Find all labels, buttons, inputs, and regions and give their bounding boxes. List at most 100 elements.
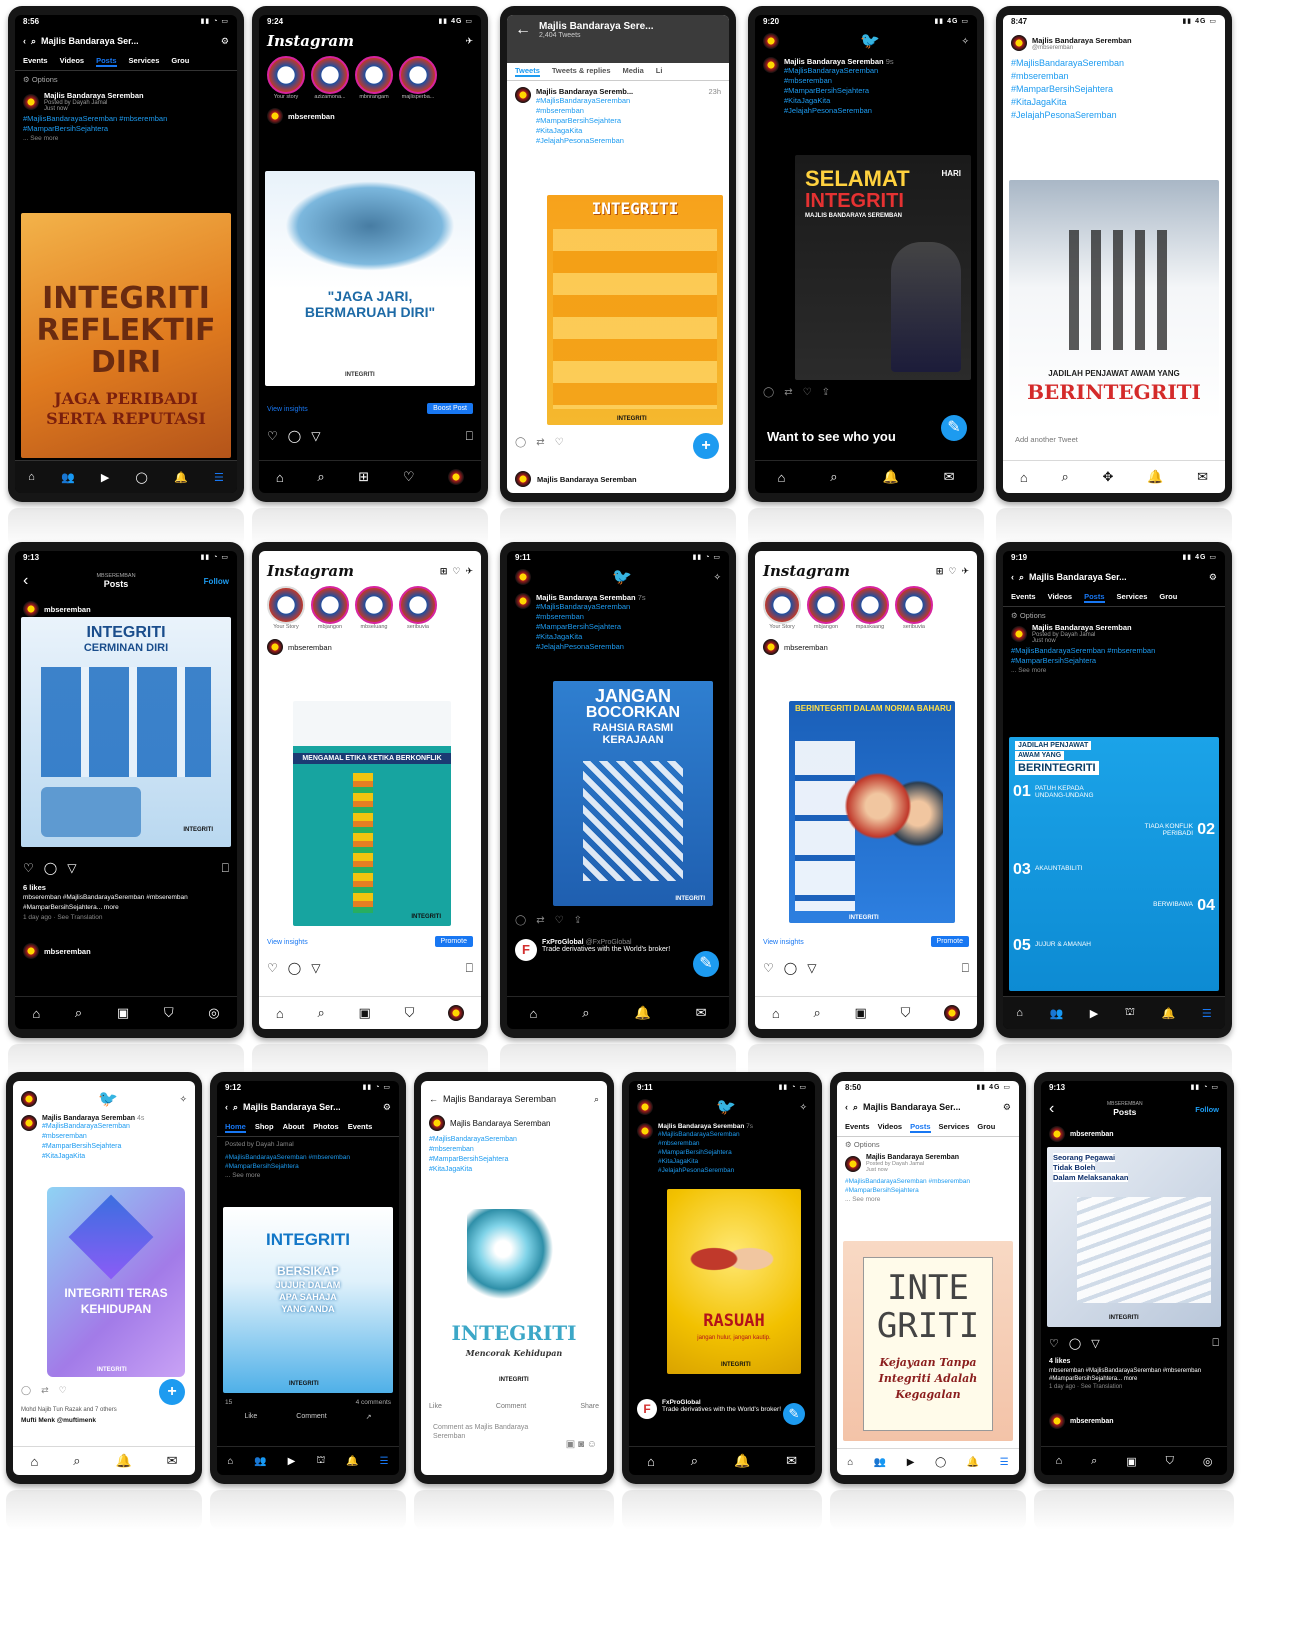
add-icon[interactable]: ⊞	[936, 566, 944, 577]
watch-icon[interactable]: ▶	[1090, 1007, 1098, 1020]
back-arrow-icon[interactable]: ‹	[845, 1102, 848, 1112]
tweet-image[interactable]: INTEGRITI INTEGRITI	[547, 195, 723, 425]
likes-count[interactable]: 6 likes	[15, 883, 237, 893]
watch-icon[interactable]: ▶	[907, 1457, 915, 1468]
search-icon[interactable]: ⌕	[582, 1005, 589, 1021]
profile-icon[interactable]: ◯	[136, 471, 148, 484]
tab-home[interactable]: Home	[225, 1122, 246, 1133]
menu-icon[interactable]: ☰	[380, 1456, 389, 1467]
home-icon[interactable]: ⌂	[28, 471, 35, 483]
tab-services[interactable]: Services	[129, 56, 160, 67]
friends-icon[interactable]: 👥	[61, 471, 75, 484]
post-image[interactable]: INTEGRITI BERSIKAP JUJUR DALAM APA SAHAJ…	[223, 1207, 393, 1393]
post-image[interactable]: JADILAH PENJAWAT AWAM YANG BERINTEGRITI …	[1009, 737, 1219, 991]
home-icon[interactable]: ⌂	[1055, 1455, 1062, 1467]
tweet-author[interactable]: Majlis Bandaraya Seremb...	[536, 87, 633, 96]
hashtag[interactable]: #mbseremban	[784, 76, 894, 86]
page-name[interactable]: Majlis Bandaraya Ser...	[863, 1102, 998, 1112]
hashtag[interactable]: #mbseremban	[421, 1145, 607, 1155]
hashtag[interactable]: #MajlisBandarayaSeremban	[658, 1130, 753, 1139]
avatar[interactable]	[23, 601, 39, 617]
tab-photos[interactable]: Photos	[313, 1122, 338, 1133]
hashtag[interactable]: #KitaJagaKita	[1003, 96, 1225, 109]
heart-icon[interactable]: ♡	[555, 437, 564, 448]
page-name[interactable]: Majlis Bandaraya Seremban	[443, 1094, 589, 1104]
story-item[interactable]: azizamona...	[311, 56, 349, 100]
tab-likes[interactable]: Li	[656, 66, 663, 77]
heart-icon[interactable]: ♡	[267, 429, 278, 444]
heart-icon[interactable]: ♡	[803, 387, 812, 398]
post-username[interactable]: mbseremban	[1070, 1418, 1114, 1425]
see-more-link[interactable]: ... See more	[1003, 666, 1225, 675]
home-icon[interactable]: ⌂	[647, 1454, 655, 1469]
send-icon[interactable]: ▽	[67, 861, 76, 876]
profile-icon[interactable]: ◎	[208, 1005, 219, 1021]
post-image[interactable]: BERINTEGRITI DALAM NORMA BAHARU INTEGRIT…	[789, 701, 955, 923]
post-image[interactable]: "JAGA JARI, BERMARUAH DIRI" INTEGRITI	[265, 171, 475, 386]
avatar[interactable]	[515, 593, 531, 609]
tab-events[interactable]: Events	[23, 56, 48, 67]
avatar[interactable]	[637, 1099, 653, 1115]
share-icon[interactable]: ⇪	[574, 915, 582, 926]
add-tweet-link[interactable]: Add another Tweet	[1015, 435, 1078, 444]
home-icon[interactable]: ⌂	[847, 1457, 853, 1468]
retweet-icon[interactable]: ⇄	[784, 387, 792, 398]
hashtag[interactable]: #JelajahPesonaSeremban	[784, 106, 894, 116]
avatar[interactable]	[845, 1155, 861, 1172]
boost-post-button[interactable]: Boost Post	[427, 403, 473, 414]
shop-icon[interactable]: ⛉	[901, 1005, 911, 1021]
search-icon[interactable]: ⌕	[830, 469, 837, 485]
shop-icon[interactable]: ⛉	[405, 1005, 415, 1021]
comment-count[interactable]: 4 comments	[356, 1399, 391, 1406]
hashtag[interactable]: #MamparBersihSejahtera	[421, 1155, 607, 1165]
post-image[interactable]: Seorang Pegawai Tidak Boleh Dalam Melaks…	[1047, 1147, 1221, 1327]
avatar[interactable]	[267, 639, 283, 655]
post-image[interactable]: INTEGRITI REFLEKTIF DIRI JAGA PERIBADI S…	[21, 213, 231, 458]
story-item[interactable]: Your Story	[763, 586, 801, 630]
hashtag[interactable]: #KitaJagaKita	[421, 1165, 607, 1175]
tab-groups[interactable]: Grou	[1159, 592, 1177, 603]
heart-icon[interactable]: ♡	[59, 1385, 67, 1396]
hashtag[interactable]: #MajlisBandarayaSeremban	[42, 1122, 144, 1132]
next-tweet-author[interactable]: Mufti Menk @muftimenk	[21, 1417, 96, 1424]
menu-icon[interactable]: ☰	[214, 471, 224, 484]
bell-icon[interactable]: 🔔	[1162, 1007, 1176, 1020]
comment-icon[interactable]: ◯	[288, 429, 301, 444]
watch-icon[interactable]: ▶	[101, 471, 109, 484]
friends-icon[interactable]: 👥	[874, 1457, 886, 1468]
tab-posts[interactable]: Posts	[1084, 592, 1105, 603]
tab-groups[interactable]: Grou	[171, 56, 189, 67]
post-author[interactable]: Majlis Bandaraya Seremban	[1032, 623, 1132, 632]
heart-icon[interactable]: ♡	[403, 469, 415, 485]
hashtag[interactable]: #MamparBersihSejahtera	[536, 622, 646, 632]
tab-shop[interactable]: Shop	[255, 1122, 274, 1133]
sparkle-icon[interactable]: ✧	[179, 1094, 187, 1105]
friends-icon[interactable]: 👥	[254, 1456, 266, 1467]
avatar[interactable]	[944, 1005, 961, 1021]
follow-button[interactable]: Follow	[1195, 1105, 1219, 1114]
hashtag[interactable]: #JelajahPesonaSeremban	[1003, 109, 1225, 122]
home-icon[interactable]: ⌂	[30, 1454, 38, 1469]
friends-icon[interactable]: 👥	[1050, 1007, 1064, 1020]
back-arrow-icon[interactable]: ←	[515, 21, 531, 39]
home-icon[interactable]: ⌂	[1020, 470, 1028, 485]
tweet-author[interactable]: Majlis Bandaraya Seremban	[537, 475, 637, 484]
avatar[interactable]	[763, 33, 779, 49]
compose-button[interactable]: +	[693, 433, 719, 459]
hashtag[interactable]: #MajlisBandarayaSeremban	[536, 602, 646, 612]
avatar[interactable]	[267, 108, 283, 124]
tweet-author[interactable]: Majlis Bandaraya Seremban	[42, 1115, 135, 1122]
hashtag[interactable]: #KitaJagaKita	[42, 1152, 144, 1162]
view-insights-link[interactable]: View insights	[267, 406, 308, 413]
bell-icon[interactable]: 🔔	[174, 471, 188, 484]
search-icon[interactable]: ⌕	[75, 1005, 82, 1021]
post-image[interactable]: MENGAMAL ETIKA KETIKA BERKONFLIK INTEGRI…	[293, 701, 451, 926]
page-name[interactable]: Majlis Bandaraya Ser...	[41, 36, 216, 46]
avatar[interactable]	[21, 1115, 37, 1131]
post-author[interactable]: Majlis Bandaraya Seremban	[450, 1119, 551, 1128]
hashtag[interactable]: #MamparBersihSejahtera	[784, 86, 894, 96]
comment-icon[interactable]: ◯	[515, 915, 526, 926]
hashtag[interactable]: #mbseremban	[1003, 70, 1225, 83]
search-icon[interactable]: ⌕	[317, 1005, 324, 1021]
see-translation-link[interactable]: See Translation	[57, 914, 102, 921]
